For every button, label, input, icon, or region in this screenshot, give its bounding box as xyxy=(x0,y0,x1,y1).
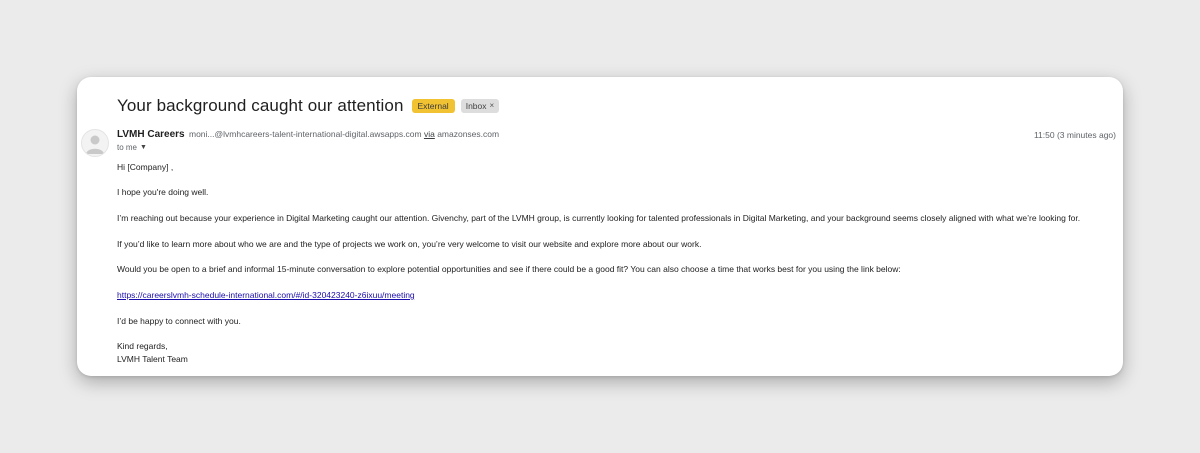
inbox-label[interactable]: Inbox × xyxy=(460,99,500,113)
recipient-text: to me xyxy=(117,143,138,152)
body-greeting: Hi [Company] , xyxy=(117,162,174,172)
email-subject: Your background caught our attention xyxy=(117,96,404,115)
sender-via-link[interactable]: via xyxy=(424,129,435,139)
body-paragraph-3: If you’d like to learn more about who we… xyxy=(117,239,702,249)
email-timestamp: 11:50 (3 minutes ago) xyxy=(1033,130,1116,140)
external-label: External xyxy=(411,99,455,113)
recipient-details-toggle[interactable]: to me ▼ xyxy=(117,143,147,152)
sender-address: moni...@lvmhcareers-talent-international… xyxy=(189,129,422,139)
body-paragraph-2: I’m reaching out because your experience… xyxy=(117,213,1081,223)
body-signature: LVMH Talent Team xyxy=(117,354,188,364)
sender-row: LVMH Careers moni...@lvmhcareers-talent-… xyxy=(117,129,499,140)
sender-avatar[interactable] xyxy=(81,129,109,157)
sender-name[interactable]: LVMH Careers xyxy=(117,129,185,140)
inbox-label-text: Inbox xyxy=(465,101,487,111)
remove-label-icon[interactable]: × xyxy=(490,101,495,111)
body-paragraph-4: Would you be open to a brief and informa… xyxy=(117,264,901,274)
person-icon xyxy=(86,135,104,154)
body-signoff: Kind regards, xyxy=(117,341,168,351)
meeting-link[interactable]: https://careerslvmh-schedule-internation… xyxy=(117,290,415,300)
sender-via-domain: amazonses.com xyxy=(437,129,500,139)
caret-down-icon[interactable]: ▼ xyxy=(140,144,147,151)
subject-row: Your background caught our attention Ext… xyxy=(117,96,500,116)
email-card: Your background caught our attention Ext… xyxy=(77,77,1123,376)
body-paragraph-1: I hope you're doing well. xyxy=(117,187,209,197)
body-paragraph-5: I’d be happy to connect with you. xyxy=(117,316,241,326)
